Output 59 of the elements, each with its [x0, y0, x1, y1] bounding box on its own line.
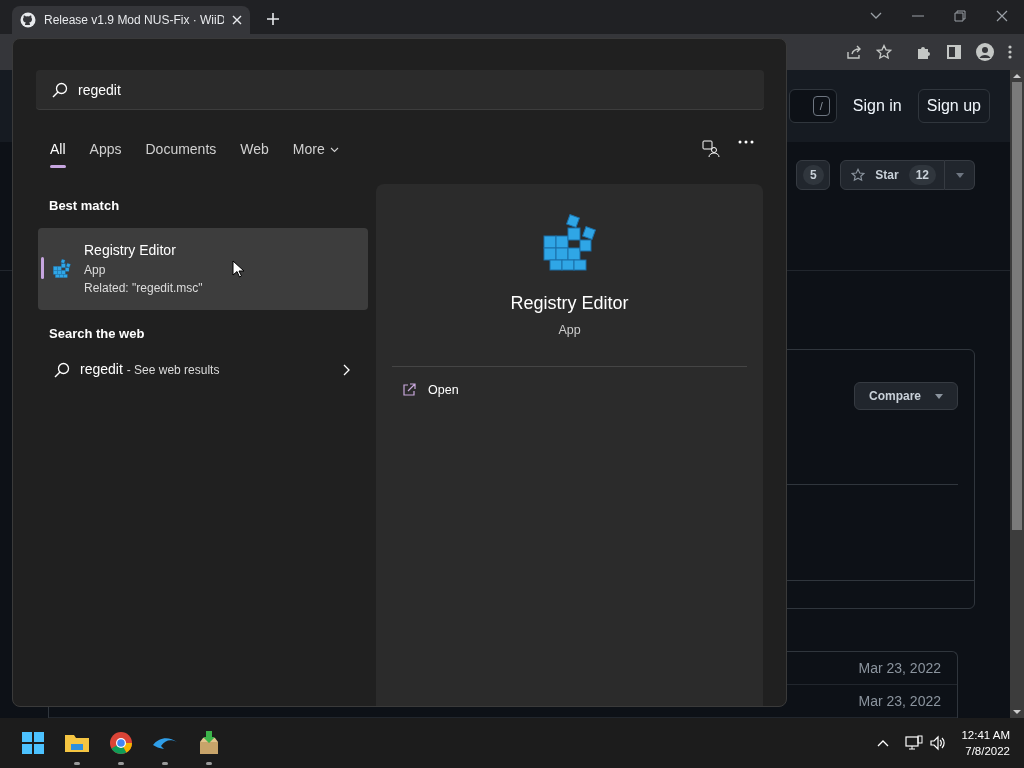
caret-icon [955, 172, 964, 178]
search-icon [52, 82, 68, 98]
filter-tab[interactable]: Web [232, 134, 277, 164]
chevron-right-icon [343, 363, 350, 376]
volume-icon[interactable] [929, 735, 948, 751]
octocat-icon [20, 12, 36, 28]
cubes-icon [52, 258, 72, 279]
result-item[interactable]: Registry Editor App Related: "regedit.msc" [38, 227, 368, 310]
menu-icon[interactable] [1008, 44, 1012, 60]
web-result-text: regedit - See web results [80, 360, 221, 379]
chevron-down-icon [329, 146, 339, 153]
network-icon[interactable] [905, 735, 924, 751]
section-heading: Search the web [48, 324, 146, 343]
chevron-down-icon[interactable] [870, 12, 882, 20]
chevron-up-icon[interactable] [877, 739, 890, 747]
more-options-icon[interactable] [738, 140, 754, 144]
filter-tab[interactable]: More [284, 134, 347, 164]
search-icon [54, 361, 70, 378]
tab-title: Release v1.9 Mod NUS-Fix · WiiD [44, 12, 224, 29]
search-box[interactable]: / [788, 89, 837, 123]
star-button[interactable]: Star 12 [840, 160, 945, 190]
clock-date[interactable]: 7/8/2022 [961, 743, 1010, 760]
account-switch-icon[interactable] [702, 140, 720, 158]
puzzle-icon[interactable] [916, 44, 932, 60]
mouse-cursor [232, 260, 244, 278]
result-related: Related: "regedit.msc" [84, 280, 203, 297]
compare-button[interactable]: Compare [854, 382, 958, 410]
star-icon [851, 168, 866, 182]
sign-up-button[interactable]: Sign up [917, 89, 990, 123]
filter-tab[interactable]: Apps [81, 134, 130, 164]
filter-tab[interactable]: Documents [137, 134, 225, 164]
result-type: App [84, 262, 107, 279]
clock-time[interactable]: 12:41 AM [961, 726, 1010, 743]
chrome-icon [107, 729, 135, 757]
star-icon[interactable] [876, 44, 892, 60]
date-text: Mar 23, 2022 [858, 691, 941, 711]
restore-icon[interactable] [954, 10, 966, 22]
open-action[interactable]: Open [376, 366, 763, 400]
fork-count: 5 [802, 165, 824, 185]
web-result-item[interactable]: regedit - See web results [38, 343, 368, 380]
sign-in-link[interactable]: Sign in [846, 90, 908, 122]
shortcut-key: / [812, 95, 830, 117]
app-title: Registry Editor [510, 292, 629, 315]
close-icon[interactable] [996, 10, 1008, 22]
browser-tab[interactable]: Release v1.9 Mod NUS-Fix · WiiD [12, 6, 250, 34]
star-count: 12 [908, 165, 936, 185]
section-heading: Best match [48, 197, 121, 215]
profile-icon[interactable] [976, 43, 994, 61]
caret-icon [935, 393, 943, 399]
app-type: App [558, 322, 581, 339]
result-title: Registry Editor [84, 241, 177, 260]
windows-logo-icon [19, 729, 47, 757]
search-field[interactable]: regedit [36, 70, 764, 110]
fork-button[interactable]: 5 [796, 160, 831, 190]
external-link-icon [402, 383, 416, 398]
new-tab-icon[interactable] [266, 12, 280, 26]
sidebar-icon[interactable] [946, 44, 962, 60]
share-icon[interactable] [846, 44, 862, 60]
date-text: Mar 23, 2022 [858, 658, 941, 678]
